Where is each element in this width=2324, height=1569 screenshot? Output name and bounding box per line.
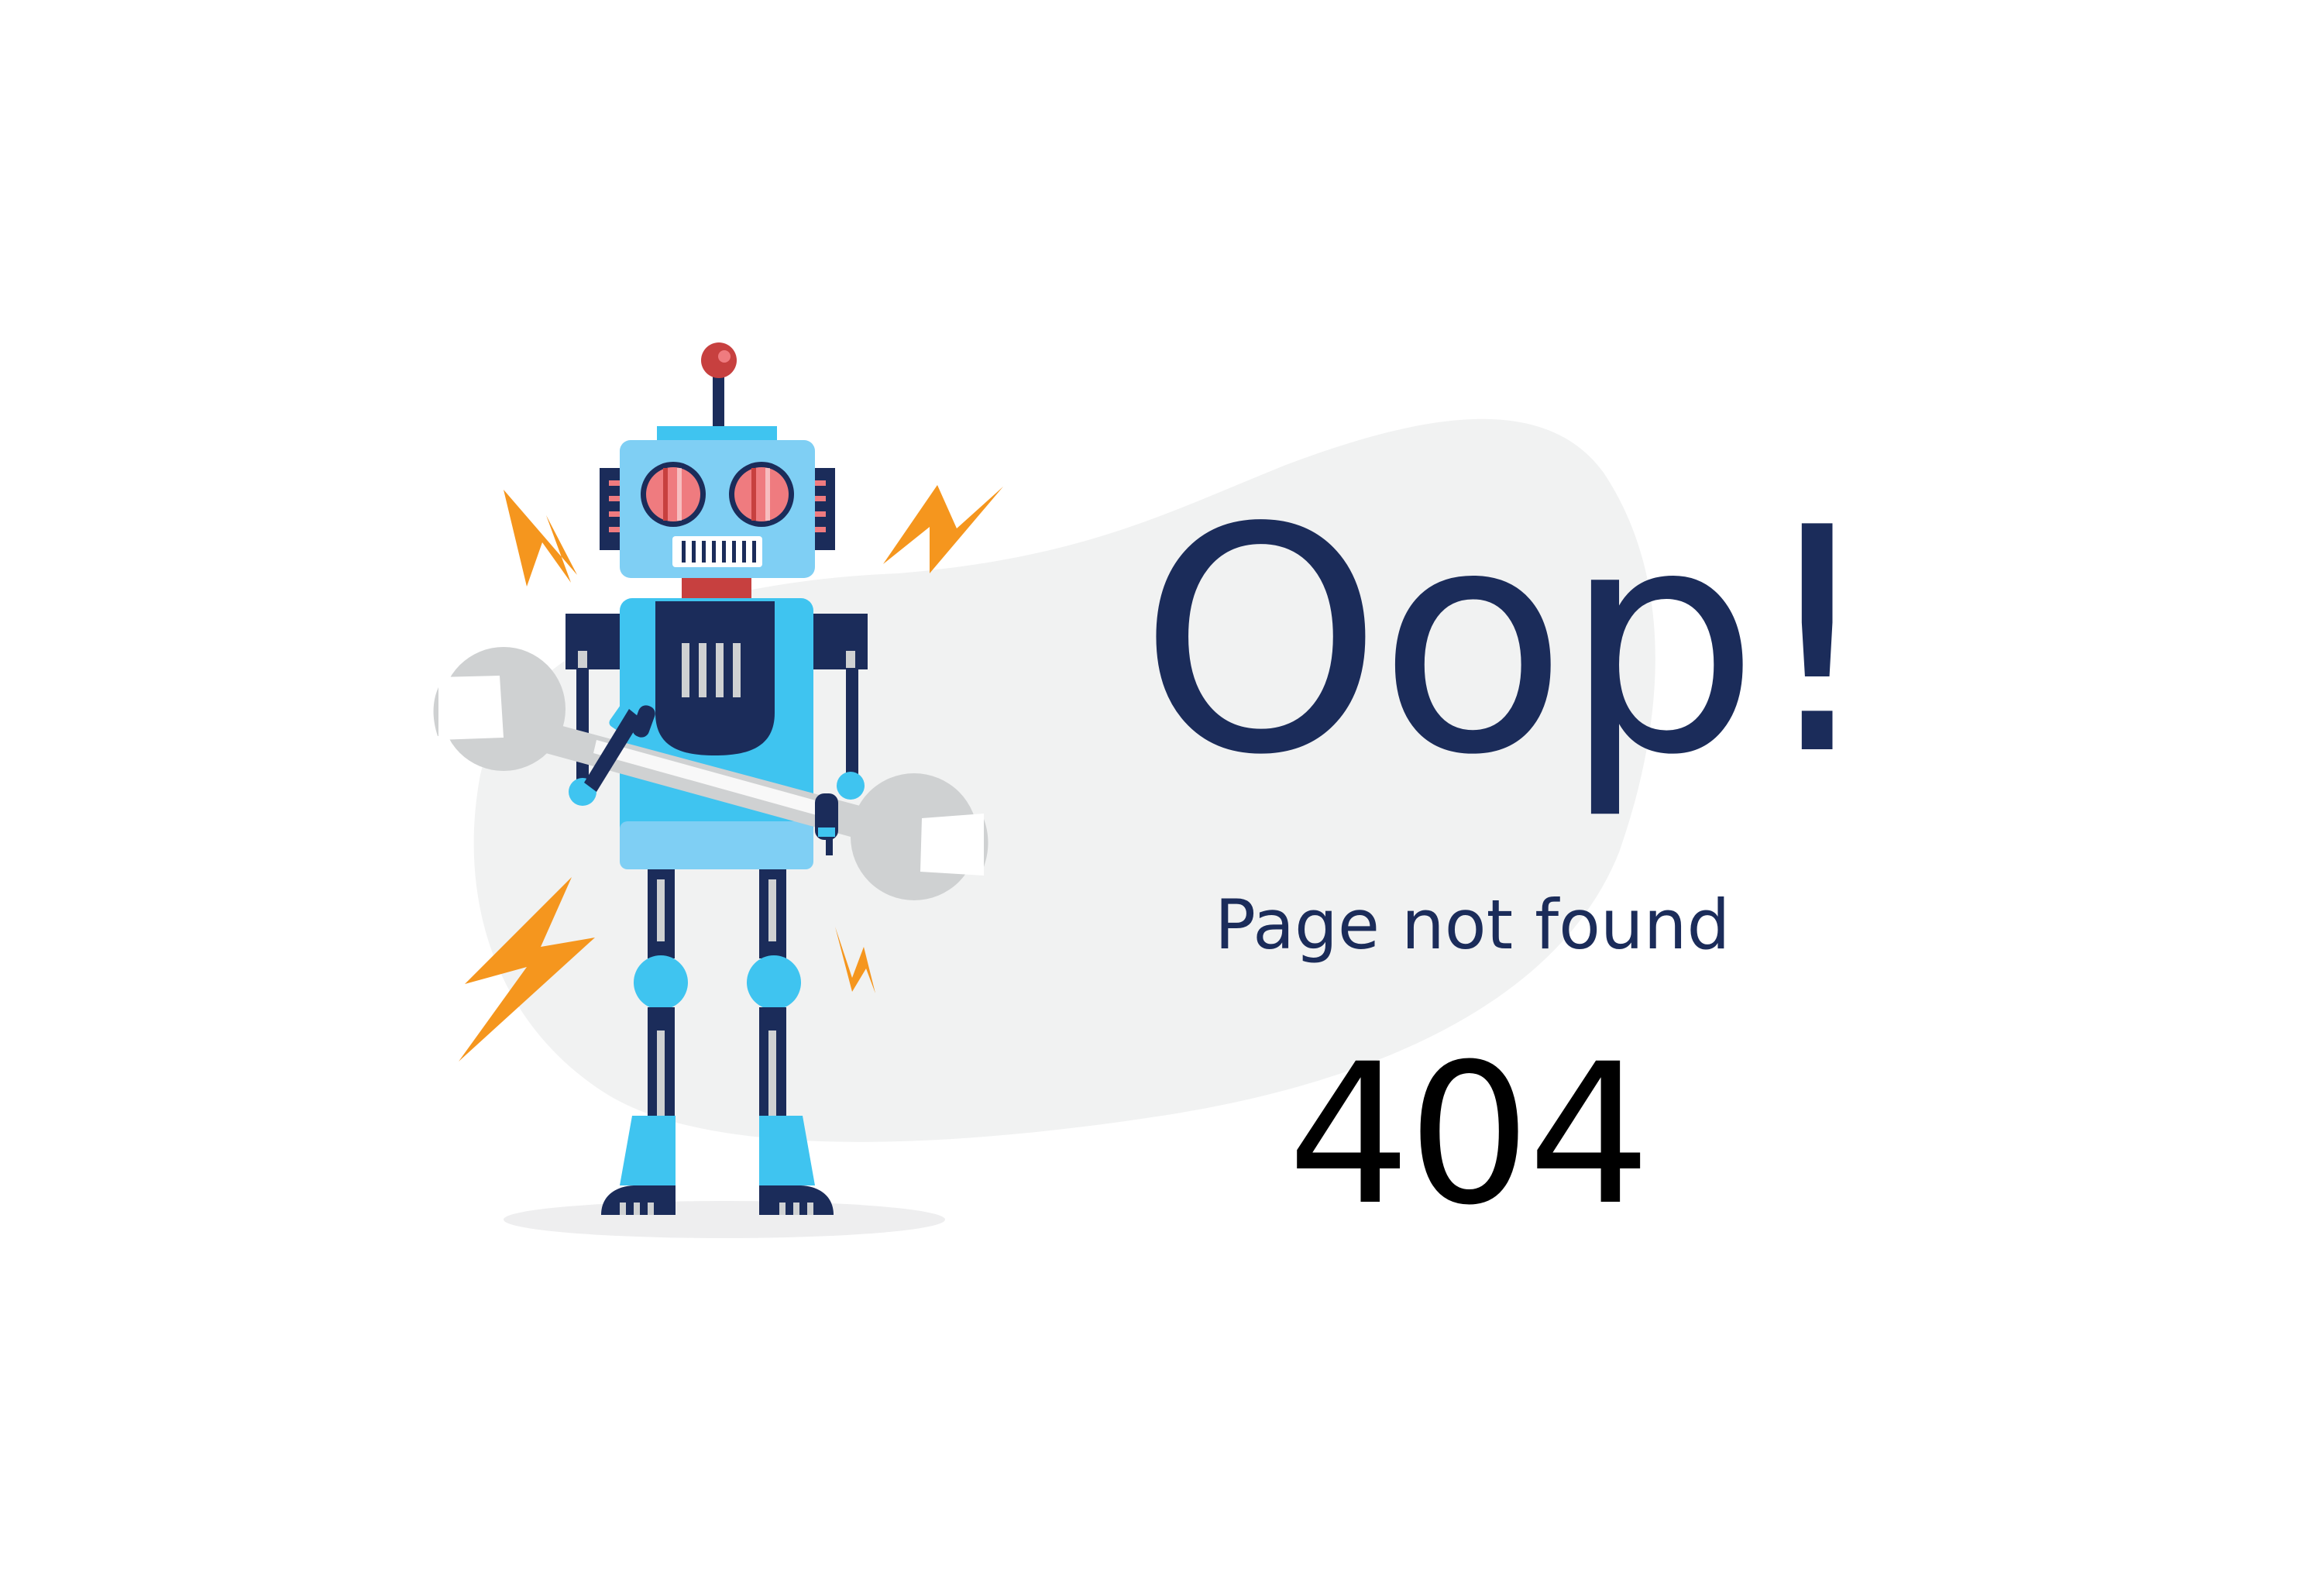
chest-panel — [655, 601, 775, 755]
robot-neck — [682, 578, 751, 601]
right-eye — [729, 462, 794, 527]
right-ear — [815, 468, 835, 550]
antenna-stem — [713, 372, 724, 428]
error-message: Page not found — [1215, 885, 1731, 965]
error-headline: Oop! — [1139, 463, 1879, 823]
ground-shadow — [504, 1201, 945, 1238]
lightning-icon — [504, 490, 577, 587]
robot-belly — [620, 821, 813, 869]
left-knee — [634, 955, 688, 1010]
robot-head-top — [657, 426, 777, 442]
left-ear — [600, 468, 620, 550]
robot-mouth — [672, 536, 762, 567]
right-shoulder — [810, 614, 868, 669]
right-knee — [747, 955, 801, 1010]
left-arm — [576, 668, 589, 784]
error-404-page: Oop! Page not found 404 — [0, 0, 2324, 1569]
left-eye — [641, 462, 706, 527]
right-hand — [837, 772, 865, 800]
right-arm — [846, 668, 858, 784]
lightning-icon — [883, 485, 1003, 573]
left-boot — [620, 1116, 676, 1185]
error-code: 404 — [1287, 1022, 1651, 1247]
left-shoulder — [566, 614, 624, 669]
antenna-ball — [701, 342, 737, 378]
